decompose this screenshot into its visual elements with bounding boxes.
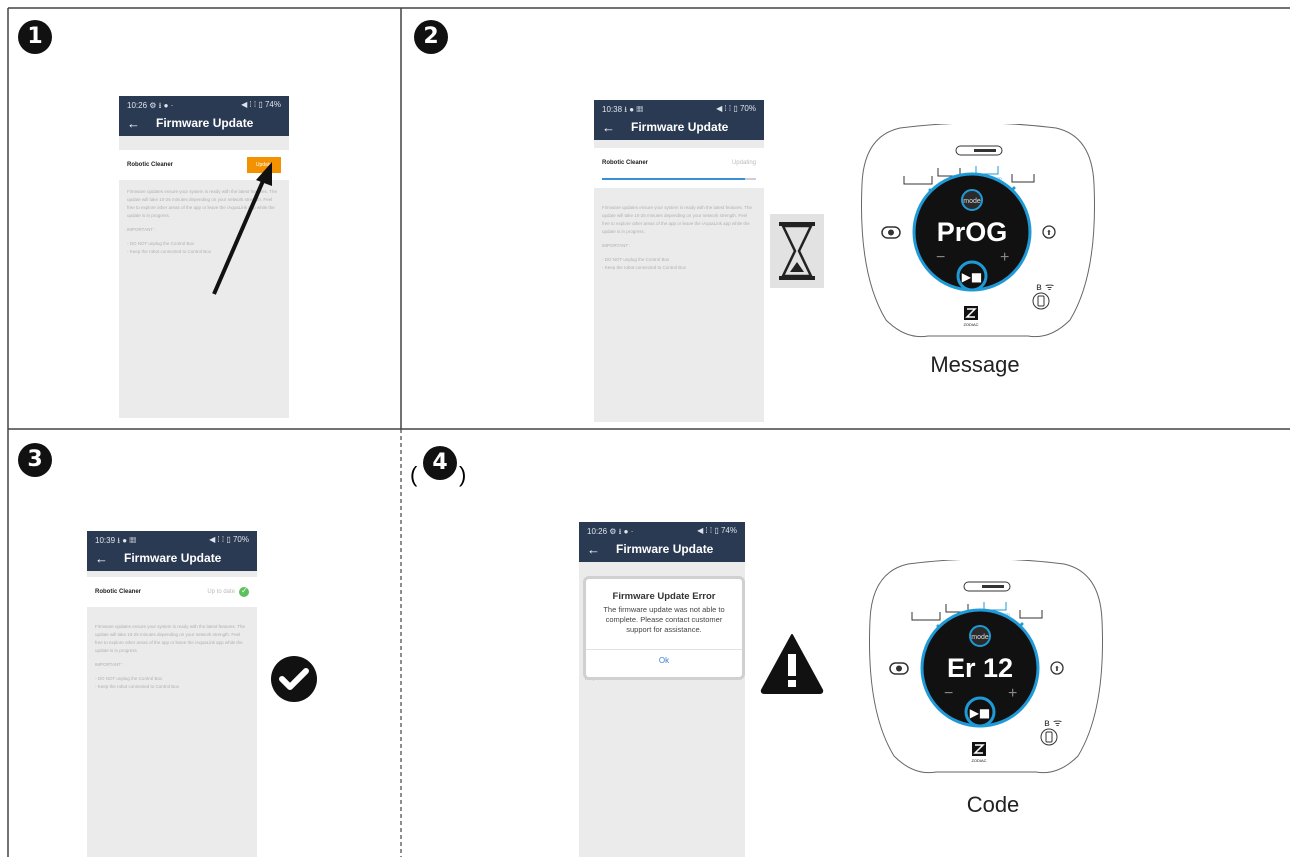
phone-screen-error: 10:26 ⚙ ⭳ ● · ◀ ⁞ ⁞ ▯ 74% ← Firmware Updat… xyxy=(579,522,745,857)
mode-button-label: mode xyxy=(963,198,981,205)
checkmark-circle-icon xyxy=(271,656,317,702)
step-4-paren-close: ) xyxy=(459,462,467,487)
note-connected: - Keep the robot connected to Control Bo… xyxy=(95,684,180,689)
note-connected: - Keep the robot connected to Control Bo… xyxy=(602,265,687,270)
important-label: IMPORTANT : xyxy=(95,662,124,667)
update-state: Up to date xyxy=(207,586,249,597)
status-bar: 10:26 ⚙ ⭳ ● · ◀ ⁞ ⁞ ▯ 74% xyxy=(579,522,745,536)
error-dialog: Firmware Update Error The firmware updat… xyxy=(583,576,745,680)
important-label: IMPORTANT : xyxy=(602,243,631,248)
control-box-panel-code: ADVANCED mode Er 12 − + ▶■ ⬆ ʙ ᯤ ZODIAC xyxy=(869,560,1103,774)
app-bar: ← Firmware Update xyxy=(87,545,257,571)
svg-text:ʙ ᯤ: ʙ ᯤ xyxy=(1044,718,1062,729)
hourglass-icon xyxy=(770,214,824,288)
error-dialog-message: The firmware update was not able to comp… xyxy=(603,605,725,634)
step-number-3: 3 xyxy=(18,443,52,477)
screen-title: Firmware Update xyxy=(124,551,222,565)
zodiac-logo: ZODIAC xyxy=(963,322,978,327)
info-text: Firmware updates ensure your system is r… xyxy=(87,615,257,699)
mode-button-label: mode xyxy=(971,634,989,641)
device-name: Robotic Cleaner xyxy=(602,160,649,166)
status-bar: 10:38 ⭳ ● ▦ ◀ ⁞ ⁞ ▯ 70% xyxy=(594,100,764,114)
note-unplug: - DO NOT unplug the Control Box xyxy=(95,676,163,681)
svg-text:⬆: ⬆ xyxy=(1054,665,1060,673)
status-right: ◀ ⁞ ⁞ ▯ 70% xyxy=(716,104,756,113)
warning-triangle-icon xyxy=(760,634,824,694)
app-bar: ← Firmware Update xyxy=(119,110,289,136)
svg-text:−: − xyxy=(944,685,953,702)
back-arrow-icon[interactable]: ← xyxy=(127,116,140,131)
svg-text:+: + xyxy=(1008,685,1017,702)
back-arrow-icon[interactable]: ← xyxy=(95,551,108,566)
status-bar: 10:39 ⭳ ● ▦ ◀ ⁞ ⁞ ▯ 70% xyxy=(87,531,257,545)
screen-title: Firmware Update xyxy=(616,542,714,556)
svg-text:⬆: ⬆ xyxy=(1046,229,1052,237)
info-text: Firmware updates ensure your system is r… xyxy=(594,196,764,280)
status-right: ◀ ⁞ ⁞ ▯ 74% xyxy=(241,100,281,109)
play-pause-icon: ▶■ xyxy=(962,270,983,284)
status-time: 10:26 ⚙ ⭳ ● · xyxy=(587,527,634,536)
progress-bar xyxy=(594,178,764,188)
step-number-1: 1 xyxy=(18,20,52,54)
screen-title: Firmware Update xyxy=(156,116,254,130)
play-pause-icon: ▶■ xyxy=(970,706,991,720)
back-arrow-icon[interactable]: ← xyxy=(587,542,600,557)
status-time: 10:26 ⚙ ⭳ ● · xyxy=(127,101,174,110)
arrow-pointer-icon xyxy=(212,162,272,295)
app-bar: ← Firmware Update xyxy=(594,114,764,140)
device-name: Robotic Cleaner xyxy=(127,162,174,168)
update-state: Updating xyxy=(731,160,756,166)
step-4-paren-open: ( xyxy=(410,462,418,487)
panel-caption-code: Code xyxy=(966,792,1020,817)
app-bar: ← Firmware Update xyxy=(579,536,745,562)
info-paragraph: Firmware updates ensure your system is r… xyxy=(602,205,752,234)
svg-text:−: − xyxy=(936,249,945,266)
note-unplug: - DO NOT unplug the Control Box xyxy=(602,257,670,262)
panel-display-code: Er 12 xyxy=(947,653,1013,683)
info-paragraph: Firmware updates ensure your system is r… xyxy=(95,624,245,653)
panel-display-message: PrOG xyxy=(937,217,1008,247)
error-dialog-title: Firmware Update Error xyxy=(612,591,716,602)
device-row: Robotic Cleaner Updating xyxy=(594,148,764,178)
status-right: ◀ ⁞ ⁞ ▯ 70% xyxy=(209,535,249,544)
status-bar: 10:26 ⚙ ⭳ ● · ◀ ⁞ ⁞ ▯ 74% xyxy=(119,96,289,110)
screen-title: Firmware Update xyxy=(631,120,729,134)
back-arrow-icon[interactable]: ← xyxy=(602,120,615,135)
status-time: 10:39 ⭳ ● ▦ xyxy=(95,536,136,545)
progress-fill xyxy=(602,178,746,180)
device-name: Robotic Cleaner xyxy=(95,589,142,595)
svg-text:+: + xyxy=(1000,249,1009,266)
panel-caption-message: Message xyxy=(930,352,1020,377)
step-number-2: 2 xyxy=(414,20,448,54)
phone-screen-updating: 10:38 ⭳ ● ▦ ◀ ⁞ ⁞ ▯ 70% ← Firmware Update … xyxy=(594,100,764,422)
ok-button[interactable]: Ok xyxy=(586,649,742,665)
update-state-label: Up to date xyxy=(207,589,235,595)
status-right: ◀ ⁞ ⁞ ▯ 74% xyxy=(697,526,737,535)
svg-text:ʙ ᯤ: ʙ ᯤ xyxy=(1036,282,1054,293)
status-time: 10:38 ⭳ ● ▦ xyxy=(602,105,643,114)
step-number-4: 4 xyxy=(423,446,457,480)
zodiac-logo: ZODIAC xyxy=(971,758,986,763)
up-to-date-check-icon xyxy=(239,586,249,597)
phone-screen-up-to-date: 10:39 ⭳ ● ▦ ◀ ⁞ ⁞ ▯ 70% ← Firmware Update … xyxy=(87,531,257,857)
control-box-panel-message: ADVANCED mode PrOG − + ▶■ ⬆ ʙ ᯤ ZODIAC xyxy=(861,124,1095,338)
device-row: Robotic Cleaner Up to date xyxy=(87,577,257,607)
